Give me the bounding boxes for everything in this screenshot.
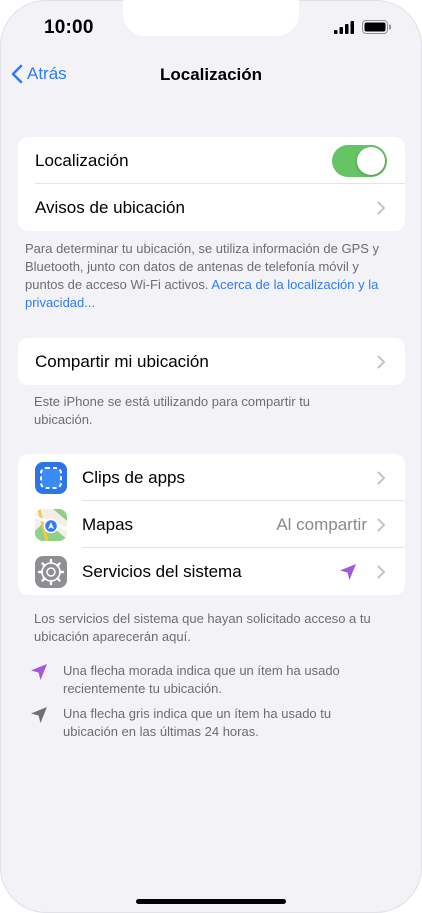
chevron-right-icon <box>377 565 385 579</box>
app-label-maps: Mapas <box>82 514 134 534</box>
battery-icon <box>362 20 391 34</box>
toggle-knob <box>357 147 385 175</box>
app-row-maps[interactable]: Mapas Al compartir <box>18 501 405 548</box>
location-info-footnote: Para determinar tu ubicación, se utiliza… <box>25 240 395 312</box>
location-arrow-purple-icon <box>31 664 47 680</box>
app-row-system-services[interactable]: Servicios del sistema <box>18 548 405 595</box>
app-label-system-services: Servicios del sistema <box>82 561 242 581</box>
apps-group: Clips de apps Mapas Al compartir Servici… <box>18 454 405 595</box>
share-location-row[interactable]: Compartir mi ubicación <box>18 338 405 385</box>
location-arrow-purple-icon <box>340 564 356 580</box>
app-clips-icon <box>35 462 67 494</box>
home-indicator[interactable] <box>136 899 286 904</box>
chevron-right-icon <box>377 355 385 369</box>
location-alerts-label: Avisos de ubicación <box>35 197 185 217</box>
page-title: Localización <box>159 65 263 84</box>
notch <box>123 0 299 36</box>
chevron-right-icon <box>377 201 385 215</box>
legend-purple-text: Una flecha morada indica que un ítem ha … <box>63 663 340 696</box>
status-icons <box>334 20 392 34</box>
app-row-clips[interactable]: Clips de apps <box>18 454 405 501</box>
share-location-group: Compartir mi ubicación <box>18 338 405 385</box>
location-label: Localización <box>35 150 129 170</box>
share-location-footnote: Este iPhone se está utilizando para comp… <box>34 394 311 427</box>
location-toggle[interactable] <box>332 145 387 177</box>
maps-permission-value: Al compartir <box>276 514 367 534</box>
status-time: 10:00 <box>44 17 94 38</box>
gear-icon <box>35 556 67 588</box>
chevron-right-icon <box>377 471 385 485</box>
location-row: Localización <box>18 137 405 184</box>
location-alerts-row[interactable]: Avisos de ubicación <box>18 184 405 231</box>
phone-screen: 10:00 Atrás Localización Localización Av… <box>0 0 422 913</box>
legend-gray-text: Una flecha gris indica que un ítem ha us… <box>63 706 332 739</box>
share-location-label: Compartir mi ubicación <box>35 351 209 371</box>
system-services-footnote: Los servicios del sistema que hayan soli… <box>34 611 371 644</box>
maps-icon <box>35 509 67 541</box>
cellular-signal-icon <box>334 20 354 34</box>
navigation-bar: Atrás Localización <box>0 60 422 92</box>
app-label-clips: Clips de apps <box>82 467 186 487</box>
location-arrow-gray-icon <box>31 707 47 723</box>
chevron-right-icon <box>377 518 385 532</box>
location-settings-group: Localización Avisos de ubicación <box>18 137 405 231</box>
